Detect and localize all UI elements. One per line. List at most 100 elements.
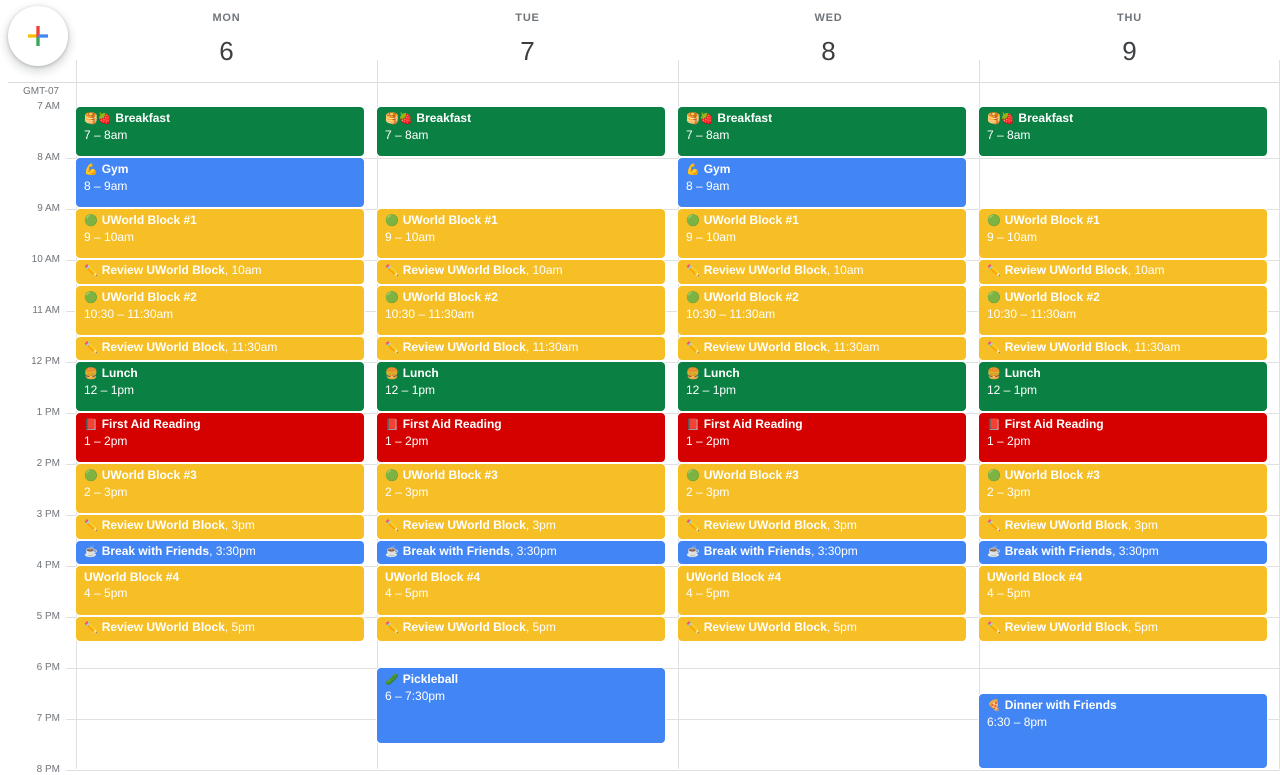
event-title-line: 🟢 UWorld Block #2 — [385, 289, 657, 306]
calendar-event[interactable]: 🍔 Lunch 12 – 1pm — [979, 362, 1267, 411]
event-emoji-icon: ✏️ — [987, 622, 1001, 634]
event-title-line: 📕 First Aid Reading — [686, 416, 958, 433]
calendar-event[interactable]: 📕 First Aid Reading 1 – 2pm — [377, 413, 665, 462]
calendar-event[interactable]: ✏️ Review UWorld Block, 11:30am — [377, 336, 665, 360]
calendar-event[interactable]: UWorld Block #4 4 – 5pm — [76, 566, 364, 615]
calendar-event[interactable]: ☕ Break with Friends, 3:30pm — [377, 540, 665, 564]
calendar-event[interactable]: ☕ Break with Friends, 3:30pm — [678, 540, 966, 564]
calendar-event[interactable]: ✏️ Review UWorld Block, 3pm — [377, 515, 665, 539]
event-time: , 5pm — [525, 620, 556, 634]
event-time: 7 – 8am — [987, 128, 1031, 142]
calendar-event[interactable]: ✏️ Review UWorld Block, 5pm — [377, 617, 665, 641]
event-time: 8 – 9am — [686, 179, 730, 193]
event-emoji-icon: ✏️ — [385, 341, 399, 354]
event-emoji-icon: ✏️ — [385, 265, 399, 277]
calendar-event[interactable]: ✏️ Review UWorld Block, 3pm — [76, 515, 364, 539]
event-title: UWorld Block #3 — [703, 468, 799, 482]
hour-label: 4 PM — [36, 560, 60, 571]
calendar-event[interactable]: 🥞🍓 Breakfast 7 – 8am — [377, 107, 665, 156]
day-header[interactable]: THU 9 — [979, 0, 1280, 82]
calendar-event[interactable]: 🍔 Lunch 12 – 1pm — [678, 362, 966, 411]
day-number[interactable]: 7 — [377, 36, 678, 67]
calendar-event[interactable]: ☕ Break with Friends, 3:30pm — [76, 540, 364, 564]
calendar-event[interactable]: 🥞🍓 Breakfast 7 – 8am — [678, 107, 966, 156]
calendar-event[interactable]: ✏️ Review UWorld Block, 11:30am — [979, 336, 1267, 360]
event-emoji-icon: 🥞🍓 — [987, 113, 1015, 125]
calendar-event[interactable]: 🥞🍓 Breakfast 7 – 8am — [979, 107, 1267, 156]
calendar-event[interactable]: 🍕 Dinner with Friends 6:30 – 8pm — [979, 693, 1267, 768]
event-title: Review UWorld Block — [402, 620, 526, 634]
calendar-event[interactable]: ✏️ Review UWorld Block, 10am — [76, 260, 364, 284]
event-title: Review UWorld Block — [703, 620, 827, 634]
calendar-event[interactable]: 🟢 UWorld Block #1 9 – 10am — [76, 209, 364, 258]
calendar-event[interactable]: ✏️ Review UWorld Block, 11:30am — [76, 336, 364, 360]
calendar-event[interactable]: 🟢 UWorld Block #3 2 – 3pm — [76, 464, 364, 513]
day-name: THU — [1116, 12, 1142, 24]
calendar-event[interactable]: 🥞🍓 Breakfast 7 – 8am — [76, 107, 364, 156]
calendar-event[interactable]: 🟢 UWorld Block #2 10:30 – 11:30am — [678, 285, 966, 335]
day-number[interactable]: 8 — [678, 36, 979, 67]
calendar-event[interactable]: ✏️ Review UWorld Block, 10am — [377, 260, 665, 284]
event-emoji-icon: ☕ — [987, 545, 1001, 558]
calendar-event[interactable]: 🟢 UWorld Block #1 9 – 10am — [678, 209, 966, 258]
calendar-event[interactable]: 💪 Gym 8 – 9am — [76, 158, 364, 207]
event-title-line: 🍔 Lunch — [84, 365, 356, 382]
event-title: Lunch — [703, 366, 740, 380]
calendar-event[interactable]: UWorld Block #4 4 – 5pm — [678, 566, 966, 615]
day-number[interactable]: 6 — [76, 36, 377, 67]
calendar-event[interactable]: ☕ Break with Friends, 3:30pm — [979, 540, 1267, 564]
event-title: UWorld Block #4 — [385, 570, 481, 584]
event-title: First Aid Reading — [402, 417, 502, 431]
calendar-event[interactable]: 🟢 UWorld Block #2 10:30 – 11:30am — [76, 285, 364, 335]
event-time: , 3pm — [1127, 518, 1158, 532]
event-emoji-icon: 🟢 — [385, 291, 399, 304]
calendar-event[interactable]: 💪 Gym 8 – 9am — [678, 158, 966, 207]
event-title-line: 🟢 UWorld Block #3 — [385, 467, 657, 484]
calendar-event[interactable]: ✏️ Review UWorld Block, 10am — [678, 260, 966, 284]
calendar-event[interactable]: 🟢 UWorld Block #3 2 – 3pm — [678, 464, 966, 513]
event-title-line: UWorld Block #4 — [84, 569, 356, 585]
day-header[interactable]: WED 8 — [678, 0, 979, 82]
event-time: 2 – 3pm — [686, 485, 730, 499]
event-title: Review UWorld Block — [703, 518, 827, 532]
calendar-event[interactable]: ✏️ Review UWorld Block, 10am — [979, 260, 1267, 284]
event-time: 1 – 2pm — [385, 434, 429, 448]
event-emoji-icon: ✏️ — [686, 265, 700, 277]
calendar-event[interactable]: ✏️ Review UWorld Block, 3pm — [979, 515, 1267, 539]
calendar-event[interactable]: 🟢 UWorld Block #1 9 – 10am — [979, 209, 1267, 258]
day-name: TUE — [515, 12, 540, 24]
calendar-event[interactable]: 🟢 UWorld Block #2 10:30 – 11:30am — [377, 285, 665, 335]
calendar-event[interactable]: ✏️ Review UWorld Block, 3pm — [678, 515, 966, 539]
event-title: UWorld Block #4 — [987, 570, 1083, 584]
calendar-event[interactable]: ✏️ Review UWorld Block, 5pm — [678, 617, 966, 641]
hour-gridline — [66, 770, 1280, 771]
calendar-event[interactable]: 🥒 Pickleball 6 – 7:30pm — [377, 668, 665, 743]
event-time: 9 – 10am — [987, 230, 1038, 244]
calendar-event[interactable]: 🟢 UWorld Block #3 2 – 3pm — [377, 464, 665, 513]
day-header[interactable]: MON 6 — [76, 0, 377, 82]
calendar-event[interactable]: ✏️ Review UWorld Block, 11:30am — [678, 336, 966, 360]
event-time: 12 – 1pm — [686, 383, 737, 397]
event-time: 7 – 8am — [686, 128, 730, 142]
day-header[interactable]: TUE 7 — [377, 0, 678, 82]
calendar-event[interactable]: 🟢 UWorld Block #2 10:30 – 11:30am — [979, 285, 1267, 335]
event-time: 10:30 – 11:30am — [686, 306, 776, 321]
event-title: Review UWorld Block — [703, 263, 827, 277]
calendar-event[interactable]: 📕 First Aid Reading 1 – 2pm — [678, 413, 966, 462]
calendar-event[interactable]: 📕 First Aid Reading 1 – 2pm — [76, 413, 364, 462]
day-number[interactable]: 9 — [979, 36, 1280, 67]
calendar-event[interactable]: UWorld Block #4 4 – 5pm — [377, 566, 665, 615]
event-emoji-icon: 📕 — [385, 419, 399, 431]
calendar-event[interactable]: 🍔 Lunch 12 – 1pm — [377, 362, 665, 411]
calendar-event[interactable]: 🟢 UWorld Block #3 2 – 3pm — [979, 464, 1267, 513]
header-divider — [8, 82, 1280, 83]
calendar-event[interactable]: ✏️ Review UWorld Block, 5pm — [76, 617, 364, 641]
calendar-event[interactable]: UWorld Block #4 4 – 5pm — [979, 566, 1267, 615]
calendar-event[interactable]: 🟢 UWorld Block #1 9 – 10am — [377, 209, 665, 258]
event-emoji-icon: ☕ — [385, 545, 399, 558]
calendar-event[interactable]: ✏️ Review UWorld Block, 5pm — [979, 617, 1267, 641]
event-title: Breakfast — [717, 111, 773, 125]
calendar-event[interactable]: 🍔 Lunch 12 – 1pm — [76, 362, 364, 411]
calendar-event[interactable]: 📕 First Aid Reading 1 – 2pm — [979, 413, 1267, 462]
create-event-button[interactable] — [8, 6, 68, 66]
